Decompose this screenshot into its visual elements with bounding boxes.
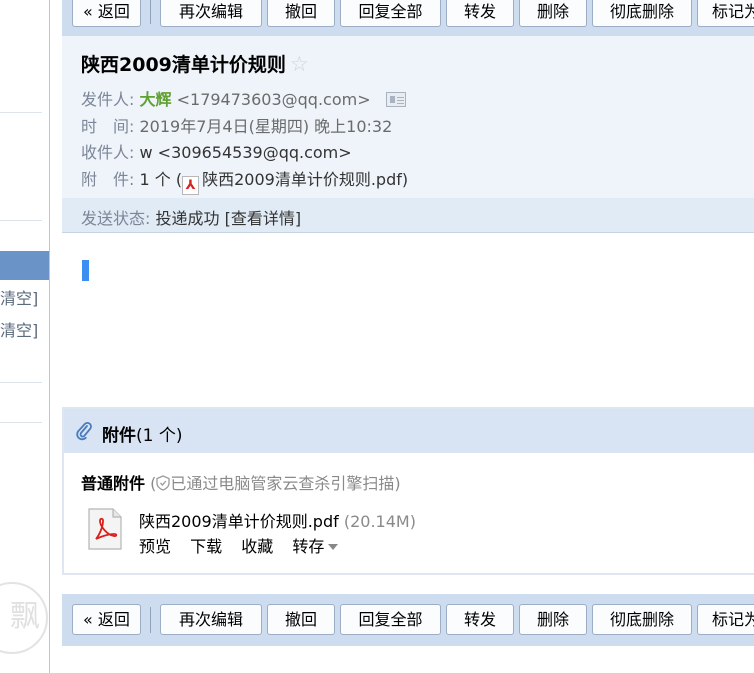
sidebar-divider	[0, 382, 42, 383]
star-icon[interactable]: ☆	[290, 52, 309, 76]
pdf-icon: ⅄	[182, 176, 200, 195]
attachment-file-row: 陕西2009清单计价规则.pdf (20.14M)	[139, 508, 416, 532]
normal-attachment-label: 普通附件	[81, 474, 146, 493]
reply-all-button[interactable]: 回复全部	[340, 604, 441, 635]
delete-button[interactable]: 删除	[519, 604, 587, 635]
favorite-link[interactable]: 收藏	[241, 537, 273, 556]
mail-body	[62, 234, 754, 406]
recipient-row: 收件人: w <309654539@qq.com>	[81, 139, 352, 163]
sender-name[interactable]: 大辉	[140, 90, 172, 109]
text-cursor	[82, 260, 89, 281]
normal-attachment-row: 普通附件 (已通过电脑管家云查杀引擎扫描)	[81, 470, 401, 494]
mail-read-pane: « 返回 再次编辑 撤回 回复全部 转发 删除 彻底删除 标记为 陕西2009清…	[62, 0, 754, 673]
re-edit-button[interactable]: 再次编辑	[160, 604, 262, 635]
save-to-dropdown[interactable]: 转存	[292, 537, 339, 556]
delete-permanent-button[interactable]: 彻底删除	[592, 604, 692, 635]
download-link[interactable]: 下载	[190, 537, 222, 556]
attachment-label: 附 件:	[81, 170, 135, 189]
sidebar-divider	[0, 112, 42, 113]
attachment-count: 1 个 (	[139, 170, 183, 189]
attachment-link[interactable]: 陕西2009清单计价规则.pdf	[202, 170, 402, 189]
sidebar-clear-link[interactable]: 清空]	[0, 285, 38, 309]
delete-button[interactable]: 删除	[519, 0, 587, 27]
sender-email: <179473603@qq.com>	[176, 90, 371, 109]
mail-subject: 陕西2009清单计价规则 ☆	[81, 50, 309, 77]
sidebar-divider	[0, 220, 42, 221]
attachment-row: 附 件: 1 个 (⅄ 陕西2009清单计价规则.pdf)	[81, 166, 408, 195]
scan-note: 已通过电脑管家云查杀引擎扫描)	[170, 474, 401, 493]
toolbar-separator	[150, 0, 151, 24]
recall-button[interactable]: 撤回	[267, 604, 335, 635]
attachments-header: 附件(1 个)	[64, 409, 754, 453]
watermark-seal: 飘	[0, 582, 48, 654]
status-label: 发送状态:	[81, 209, 151, 228]
reply-all-button[interactable]: 回复全部	[340, 0, 441, 27]
chevron-down-icon	[328, 544, 339, 550]
recipient-label: 收件人:	[81, 143, 135, 162]
forward-button[interactable]: 转发	[446, 0, 514, 27]
preview-link[interactable]: 预览	[139, 537, 171, 556]
forward-button[interactable]: 转发	[446, 604, 514, 635]
save-to-label: 转存	[292, 537, 325, 556]
sidebar-selected-item[interactable]	[0, 251, 49, 280]
toolbar-separator	[150, 607, 151, 633]
time-label: 时 间:	[81, 117, 135, 136]
attachment-file-size: (20.14M)	[343, 512, 416, 531]
mark-as-button[interactable]: 标记为	[697, 0, 754, 27]
recall-button[interactable]: 撤回	[267, 0, 335, 27]
status-row: 发送状态: 投递成功 [查看详情]	[81, 205, 301, 229]
attachment-actions: 预览 下载 收藏 转存	[139, 533, 339, 557]
time-value: 2019年7月4日(星期四) 晚上10:32	[139, 117, 393, 136]
shield-icon	[156, 475, 171, 491]
contact-card-icon[interactable]	[385, 92, 406, 107]
back-button[interactable]: « 返回	[72, 0, 141, 27]
time-row: 时 间: 2019年7月4日(星期四) 晚上10:32	[81, 113, 392, 137]
sender-row: 发件人: 大辉 <179473603@qq.com>	[81, 86, 406, 110]
attachments-count: (1 个)	[136, 426, 183, 446]
paperclip-icon	[76, 422, 92, 441]
sender-label: 发件人:	[81, 90, 135, 109]
delete-permanent-button[interactable]: 彻底删除	[592, 0, 692, 27]
attachment-close-paren: )	[401, 170, 409, 189]
pdf-file-icon[interactable]	[86, 508, 124, 550]
re-edit-button[interactable]: 再次编辑	[160, 0, 262, 27]
left-sidebar: 清空] 清空] 飘	[0, 0, 50, 673]
mark-as-button[interactable]: 标记为	[697, 604, 754, 635]
view-details-link[interactable]: [查看详情]	[225, 209, 302, 228]
attachments-title: 附件(1 个)	[102, 426, 183, 446]
mail-header: 陕西2009清单计价规则 ☆ 发件人: 大辉 <179473603@qq.com>…	[62, 36, 754, 198]
top-toolbar: « 返回 再次编辑 撤回 回复全部 转发 删除 彻底删除 标记为	[62, 0, 754, 36]
status-value: 投递成功	[155, 209, 220, 228]
bottom-toolbar: « 返回 再次编辑 撤回 回复全部 转发 删除 彻底删除 标记为	[62, 594, 754, 646]
subject-text: 陕西2009清单计价规则	[81, 54, 286, 76]
attachments-panel: 附件(1 个) 普通附件 (已通过电脑管家云查杀引擎扫描) 陕西2009清单计价…	[62, 407, 754, 575]
back-button[interactable]: « 返回	[72, 604, 141, 635]
sidebar-clear-link[interactable]: 清空]	[0, 317, 38, 341]
sidebar-divider	[0, 422, 42, 423]
delivery-status-bar: 发送状态: 投递成功 [查看详情]	[62, 198, 754, 233]
attachment-file-name[interactable]: 陕西2009清单计价规则.pdf	[139, 512, 339, 531]
recipient-value[interactable]: w <309654539@qq.com>	[140, 143, 352, 162]
